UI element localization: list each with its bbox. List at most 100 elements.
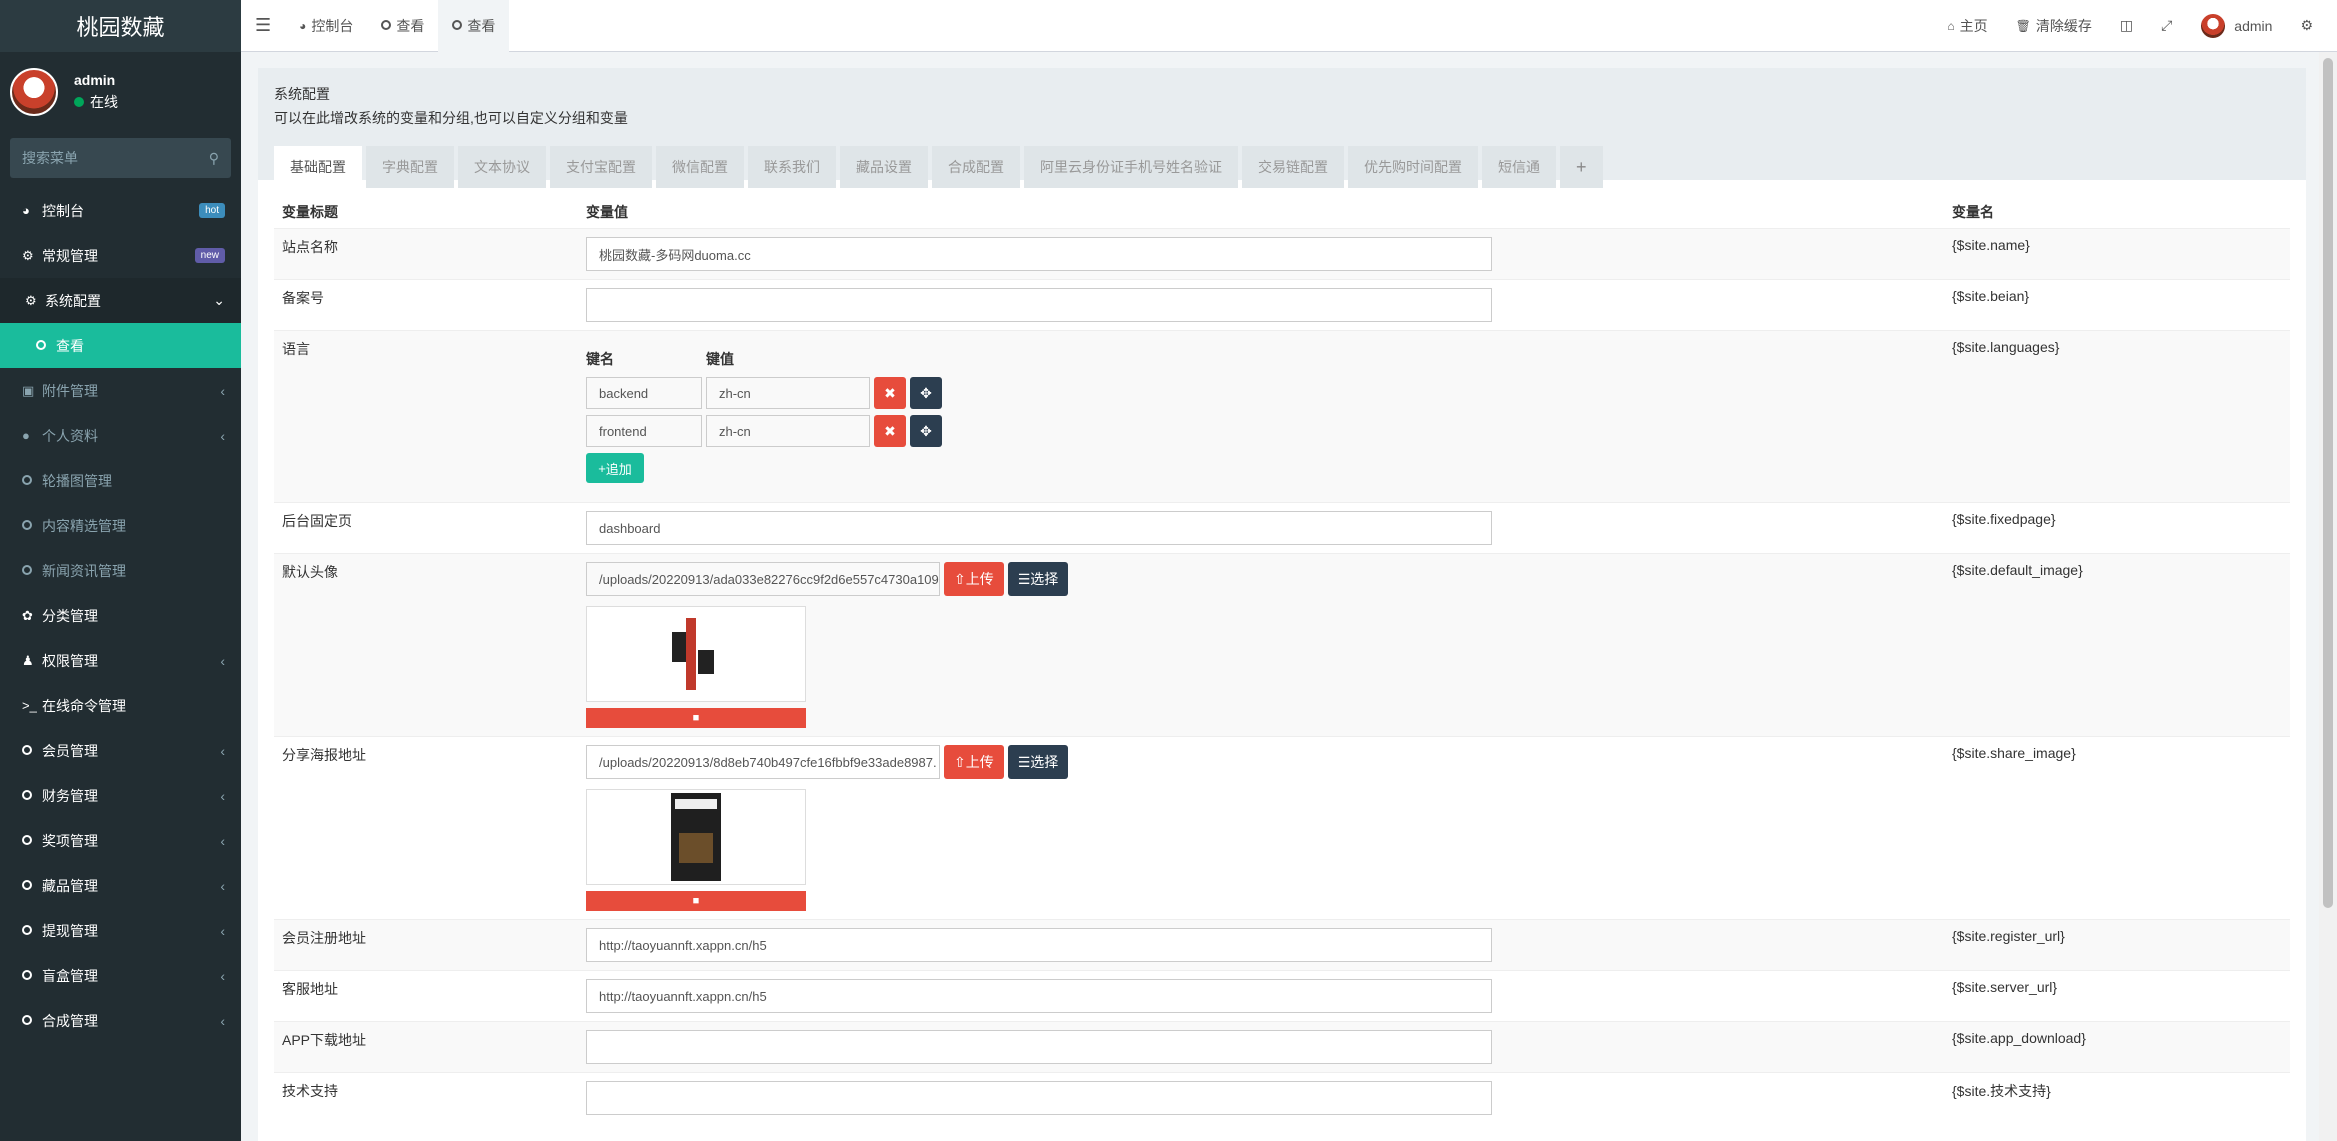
share-image-input[interactable]: /uploads/20220913/8d8eb740b497cfe16fbbf9… <box>586 745 940 779</box>
choose-button[interactable]: ☰ 选择 <box>1007 745 1069 779</box>
tab-chain[interactable]: 交易链配置 <box>1242 146 1344 188</box>
remove-row-button[interactable]: ✖ <box>874 415 906 447</box>
circle-icon <box>22 833 42 848</box>
row-title: 技术支持 <box>274 1072 578 1123</box>
value-input[interactable]: zh-cn <box>706 415 870 447</box>
table-row: 后台固定页 dashboard {$site.fixedpage} <box>274 502 2290 554</box>
sidebar-item-featured[interactable]: 内容精选管理 <box>0 503 241 548</box>
sidebar-item-category[interactable]: ✿ 分类管理 <box>0 593 241 638</box>
tab-sms[interactable]: 短信通 <box>1482 146 1556 188</box>
default-image-preview[interactable] <box>586 606 806 702</box>
row-varname: {$site.name} <box>1944 228 2290 280</box>
sidebar-item-system-config[interactable]: ⚙ 系统配置 ⌄ <box>0 278 241 323</box>
sidebar-item-dashboard[interactable]: ◕ 控制台 hot <box>0 188 241 233</box>
main-content: 系统配置 可以在此增改系统的变量和分组,也可以自定义分组和变量 基础配置 字典配… <box>258 68 2306 1141</box>
sidebar-item-prize[interactable]: 奖项管理 ‹ <box>0 818 241 863</box>
register-url-input[interactable]: http://taoyuannft.xappn.cn/h5 <box>586 928 1492 962</box>
drag-handle-button[interactable]: ✥ <box>910 415 942 447</box>
sidebar-item-command[interactable]: >_ 在线命令管理 <box>0 683 241 728</box>
chevron-left-icon: ‹ <box>220 652 225 669</box>
append-button[interactable]: + 追加 <box>586 453 644 483</box>
poster-image <box>671 793 721 881</box>
list-icon: ☰ <box>1017 570 1031 587</box>
trash-icon: 🗑 <box>2015 18 2031 33</box>
tab-collection-settings[interactable]: 藏品设置 <box>840 146 928 188</box>
upload-button[interactable]: ⇧ 上传 <box>944 745 1004 779</box>
app-logo[interactable]: 桃园数藏 <box>0 0 241 52</box>
tab-dashboard[interactable]: ◕ 控制台 <box>285 0 367 52</box>
row-title: 后台固定页 <box>274 502 578 554</box>
sidebar-item-finance[interactable]: 财务管理 ‹ <box>0 773 241 818</box>
tab-view-1[interactable]: 查看 <box>367 0 438 52</box>
beian-input[interactable] <box>586 288 1492 322</box>
delete-image-button[interactable]: ■ <box>586 708 806 728</box>
upload-icon: ⇧ <box>954 570 966 587</box>
sidebar-item-general[interactable]: ⚙ 常规管理 new <box>0 233 241 278</box>
drag-handle-button[interactable]: ✥ <box>910 377 942 409</box>
circle-icon <box>22 923 42 938</box>
column-header-varname: 变量名 <box>1952 204 1994 220</box>
sidebar-item-collection[interactable]: 藏品管理 ‹ <box>0 863 241 908</box>
row-title: 站点名称 <box>274 228 578 280</box>
tab-aliyun-verify[interactable]: 阿里云身份证手机号姓名验证 <box>1024 146 1238 188</box>
key-input[interactable]: frontend <box>586 415 702 447</box>
row-varname: {$site.fixedpage} <box>1944 502 2290 554</box>
choose-button[interactable]: ☰ 选择 <box>1007 562 1069 596</box>
sidebar-item-banner[interactable]: 轮播图管理 <box>0 458 241 503</box>
tab-alipay[interactable]: 支付宝配置 <box>550 146 652 188</box>
sidebar-toggle-button[interactable]: ☰ <box>241 0 285 52</box>
trash-icon: ■ <box>692 895 700 907</box>
tech-support-input[interactable] <box>586 1081 1492 1115</box>
tab-view-2[interactable]: 查看 <box>438 0 510 52</box>
chevron-left-icon: ‹ <box>220 1012 225 1029</box>
row-title: 备案号 <box>274 279 578 331</box>
default-image-input[interactable]: /uploads/20220913/ada033e82276cc9f2d6e55… <box>586 562 940 596</box>
tab-basic[interactable]: 基础配置 <box>274 146 362 188</box>
row-title: 会员注册地址 <box>274 919 578 971</box>
tab-text-agreement[interactable]: 文本协议 <box>458 146 546 188</box>
value-input[interactable]: zh-cn <box>706 377 870 409</box>
sidebar-item-member[interactable]: 会员管理 ‹ <box>0 728 241 773</box>
circle-icon <box>22 878 42 893</box>
home-link[interactable]: ⌂ 主页 <box>1933 0 2001 52</box>
key-input[interactable]: backend <box>586 377 702 409</box>
key-name-label: 键名 <box>586 351 614 367</box>
remove-row-button[interactable]: ✖ <box>874 377 906 409</box>
new-badge: new <box>194 248 225 263</box>
tab-wechat[interactable]: 微信配置 <box>656 146 744 188</box>
settings-icon[interactable]: ⚙ <box>2286 0 2337 52</box>
share-image-preview[interactable] <box>586 789 806 885</box>
tab-dictionary[interactable]: 字典配置 <box>366 146 454 188</box>
language-toggle-icon[interactable]: ◫ <box>2106 0 2147 52</box>
sidebar-item-attachments[interactable]: ▣ 附件管理 ‹ <box>0 368 241 413</box>
row-varname: {$site.app_download} <box>1944 1021 2290 1073</box>
tab-contact[interactable]: 联系我们 <box>748 146 836 188</box>
search-icon[interactable]: ⚲ <box>209 150 219 167</box>
scrollbar-thumb[interactable] <box>2323 58 2333 908</box>
tab-synthesis[interactable]: 合成配置 <box>932 146 1020 188</box>
circle-icon <box>36 338 56 353</box>
fullscreen-icon[interactable]: ⤢ <box>2147 0 2186 52</box>
upload-button[interactable]: ⇧ 上传 <box>944 562 1004 596</box>
circle-icon <box>22 1013 42 1028</box>
sidebar-search-input[interactable]: 搜索菜单 ⚲ <box>10 138 231 178</box>
sidebar-item-profile[interactable]: ● 个人资料 ‹ <box>0 413 241 458</box>
sidebar-item-synthesis[interactable]: 合成管理 ‹ <box>0 998 241 1043</box>
sidebar-item-news[interactable]: 新闻资讯管理 <box>0 548 241 593</box>
site-name-input[interactable]: 桃园数藏-多码网duoma.cc <box>586 237 1492 271</box>
row-varname: {$site.register_url} <box>1944 919 2290 971</box>
sidebar-item-auth[interactable]: ♟ 权限管理 ‹ <box>0 638 241 683</box>
delete-image-button[interactable]: ■ <box>586 891 806 911</box>
dashboard-icon: ◕ <box>22 203 30 218</box>
fixedpage-input[interactable]: dashboard <box>586 511 1492 545</box>
chevron-left-icon: ‹ <box>220 967 225 984</box>
admin-menu[interactable]: admin <box>2186 0 2286 52</box>
tab-priority-time[interactable]: 优先购时间配置 <box>1348 146 1478 188</box>
sidebar-item-withdraw[interactable]: 提现管理 ‹ <box>0 908 241 953</box>
add-tab-button[interactable]: + <box>1560 146 1603 188</box>
clear-cache-button[interactable]: 🗑 清除缓存 <box>2002 0 2106 52</box>
sidebar-item-blindbox[interactable]: 盲盒管理 ‹ <box>0 953 241 998</box>
app-download-input[interactable] <box>586 1030 1492 1064</box>
server-url-input[interactable]: http://taoyuannft.xappn.cn/h5 <box>586 979 1492 1013</box>
sidebar-item-view[interactable]: 查看 <box>0 323 241 368</box>
